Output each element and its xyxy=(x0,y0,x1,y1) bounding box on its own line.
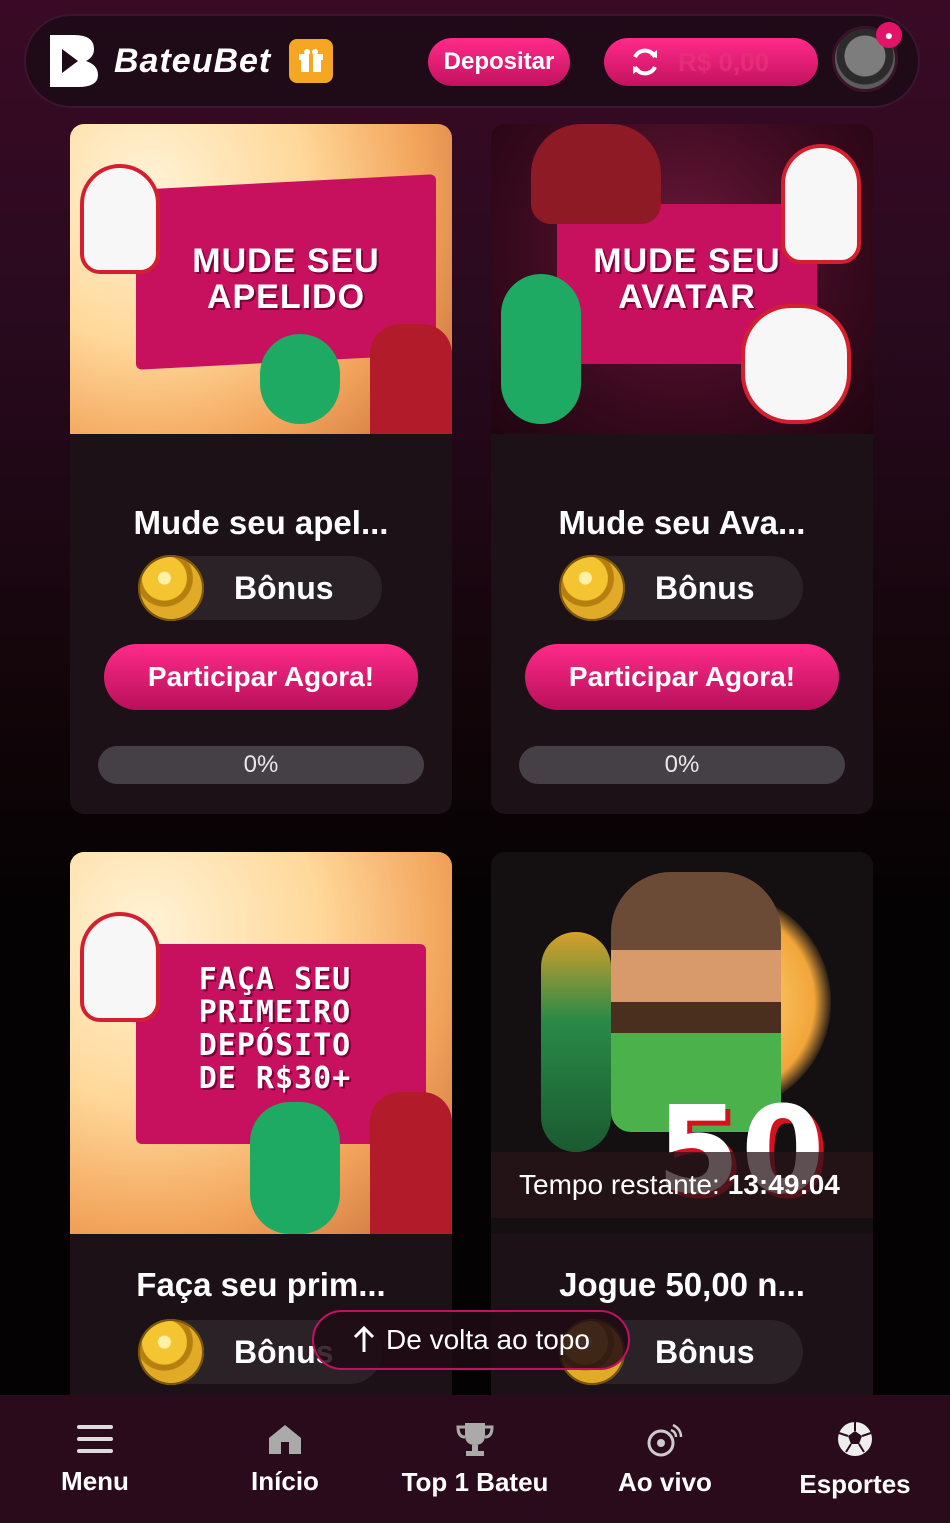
mission-title: Faça seu prim... xyxy=(136,1266,386,1303)
mission-banner-image: 50 Tempo restante: 13:49:04 xyxy=(491,852,873,1234)
snake-character xyxy=(250,1102,340,1234)
live-ball-icon xyxy=(647,1423,683,1456)
gift-icon xyxy=(299,49,324,72)
fish-character xyxy=(541,932,611,1152)
mission-banner-image: MUDE SEU AVATAR xyxy=(491,124,873,434)
bonus-label: Bônus xyxy=(655,1334,755,1370)
nav-label: Ao vivo xyxy=(618,1466,712,1497)
nav-live[interactable]: Ao vivo xyxy=(570,1395,760,1523)
deposit-button[interactable]: Depositar xyxy=(428,38,570,86)
coin-icon xyxy=(138,1319,204,1385)
bull-character xyxy=(370,324,452,434)
snake-character xyxy=(501,274,581,424)
home-icon xyxy=(269,1424,301,1454)
rabbit-character xyxy=(781,144,861,264)
mission-banner-image: MUDE SEU APELIDO xyxy=(70,124,452,434)
menu-icon xyxy=(77,1424,113,1453)
timer-value: 13:49:04 xyxy=(727,1169,840,1200)
nav-label: Início xyxy=(251,1465,319,1496)
nav-label: Top 1 Bateu xyxy=(401,1466,549,1497)
mission-card-nickname: MUDE SEU APELIDO Mude seu apel... Bônus … xyxy=(70,124,452,814)
bull-character xyxy=(370,1092,452,1234)
gift-button[interactable] xyxy=(289,39,334,83)
coin-icon xyxy=(559,555,625,621)
banner-line: DE R$30+ xyxy=(198,1061,352,1096)
bonus-badge: Bônus xyxy=(559,555,803,621)
mission-card-avatar: MUDE SEU AVATAR Mude seu Ava... Bônus Pa… xyxy=(491,124,873,814)
mission-banner-image: FAÇA SEU PRIMEIRO DEPÓSITO DE R$30+ xyxy=(70,852,452,1234)
bonus-label: Bônus xyxy=(655,570,755,606)
nav-label: Esportes xyxy=(799,1468,911,1499)
bottom-navigation: Menu Início Top 1 Bateu Ao vivo Esportes xyxy=(0,1395,950,1523)
banner-line: APELIDO xyxy=(206,278,366,316)
mission-title: Jogue 50,00 n... xyxy=(559,1266,805,1303)
coin-icon xyxy=(138,555,204,621)
brand-name[interactable]: BateuBet xyxy=(114,42,271,81)
banner-line: PRIMEIRO xyxy=(198,995,352,1030)
bull-character xyxy=(531,124,661,224)
refresh-icon[interactable] xyxy=(628,45,662,79)
soccer-ball-icon xyxy=(838,1421,872,1456)
nav-top-bateu[interactable]: Top 1 Bateu xyxy=(380,1395,570,1523)
banner-line: MUDE SEU xyxy=(192,242,380,280)
nav-label: Menu xyxy=(61,1465,129,1496)
snake-character xyxy=(260,334,340,424)
brand-logo-icon[interactable] xyxy=(44,31,100,91)
back-to-top-button[interactable]: De volta ao topo xyxy=(312,1310,630,1370)
nav-sports[interactable]: Esportes xyxy=(760,1395,950,1523)
progress-bar: 0% xyxy=(98,746,424,784)
nav-menu[interactable]: Menu xyxy=(0,1395,190,1523)
trophy-icon xyxy=(456,1422,494,1456)
bonus-badge: Bônus xyxy=(138,555,382,621)
participate-button[interactable]: Participar Agora! xyxy=(525,644,839,710)
participate-button[interactable]: Participar Agora! xyxy=(104,644,418,710)
mission-title: Mude seu apel... xyxy=(133,504,389,541)
nav-home[interactable]: Início xyxy=(190,1395,380,1523)
balance-amount: R$ 0,00 xyxy=(678,46,770,77)
back-to-top-label: De volta ao topo xyxy=(386,1324,590,1355)
rabbit-character xyxy=(80,912,160,1022)
rabbit-character xyxy=(80,164,160,274)
mission-title: Mude seu Ava... xyxy=(558,504,806,541)
arrow-up-icon xyxy=(353,1326,375,1352)
banner-line: DEPÓSITO xyxy=(198,1028,352,1063)
balance-display[interactable]: R$ 0,00 xyxy=(604,38,818,86)
top-header: BateuBet Depositar R$ 0,00 ● xyxy=(24,14,920,108)
progress-bar: 0% xyxy=(519,746,845,784)
banner-line: FAÇA SEU xyxy=(198,962,352,997)
timer-label: Tempo restante: xyxy=(519,1169,720,1200)
time-remaining-bar: Tempo restante: 13:49:04 xyxy=(491,1152,873,1218)
notification-user-icon[interactable]: ● xyxy=(876,22,902,48)
rabbit-character xyxy=(741,304,851,424)
bonus-label: Bônus xyxy=(234,570,334,606)
